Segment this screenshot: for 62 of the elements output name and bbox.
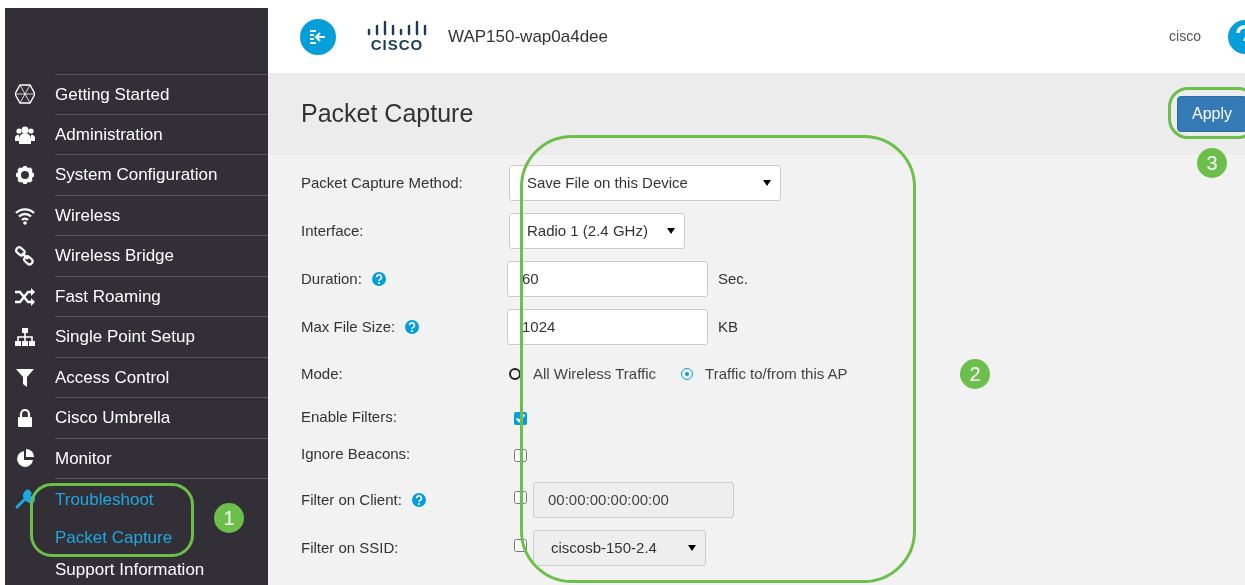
sidebar-item[interactable]: Single Point Setup — [55, 324, 195, 350]
field-label: Packet Capture Method: — [301, 172, 463, 193]
field-label: Max File Size: — [301, 316, 396, 337]
apply-button[interactable]: Apply — [1176, 96, 1245, 132]
field-label: Filter on Client: — [301, 489, 402, 510]
lock-icon — [15, 408, 35, 428]
field-label: Mode: — [301, 363, 343, 384]
page-title: Packet Capture — [301, 98, 474, 130]
sidebar-item[interactable]: Cisco Umbrella — [55, 405, 171, 431]
dropdown[interactable]: ciscosb-150-2.4 — [533, 530, 706, 566]
caret-icon — [763, 180, 771, 186]
link-icon — [15, 246, 35, 266]
help-icon[interactable] — [411, 493, 426, 507]
sidebar-item[interactable]: Getting Started — [55, 81, 170, 107]
sitemap-icon — [15, 327, 35, 347]
users-icon — [15, 124, 35, 145]
sidebar-item[interactable]: Wireless Bridge — [55, 243, 175, 269]
gear-icon — [15, 165, 35, 185]
user-name: cisco — [1169, 27, 1201, 46]
sidebar-item[interactable]: Administration — [55, 121, 163, 147]
shuffle-icon — [15, 286, 35, 307]
help-icon[interactable] — [1228, 19, 1245, 54]
field-label: Ignore Beacons: — [301, 443, 411, 464]
sidebar-item[interactable]: Access Control — [55, 364, 170, 390]
sidebar-item[interactable]: Wireless — [55, 202, 121, 228]
device-name: WAP150-wap0a4dee — [448, 25, 609, 48]
caret-icon — [688, 545, 696, 551]
field-label: Interface: — [301, 220, 364, 241]
radio-label: All Wireless Traffic — [533, 363, 657, 384]
help-icon[interactable] — [405, 320, 420, 334]
unit-label: Sec. — [718, 268, 748, 289]
menu-toggle-button[interactable] — [300, 18, 336, 55]
dropdown[interactable]: Radio 1 (2.4 GHz) — [509, 213, 685, 249]
wifi-icon — [15, 205, 35, 226]
input-field[interactable]: 1024 — [507, 309, 708, 345]
help-icon[interactable] — [371, 272, 386, 286]
hexagon-icon — [15, 84, 35, 104]
sidebar-item[interactable]: System Configuration — [55, 162, 218, 188]
sidebar-item[interactable]: Troubleshoot — [55, 486, 154, 512]
unit-label: KB — [718, 316, 738, 337]
wrench-icon — [15, 489, 35, 509]
checkbox[interactable] — [514, 538, 527, 552]
collapse-icon — [309, 28, 327, 45]
dropdown[interactable]: Save File on this Device — [509, 165, 781, 201]
field-label: Enable Filters: — [301, 406, 397, 427]
input-field[interactable]: 00:00:00:00:00:00 — [533, 482, 734, 518]
filter-icon — [15, 367, 35, 388]
sidebar-item[interactable]: Fast Roaming — [55, 283, 161, 309]
checkbox[interactable] — [514, 412, 527, 425]
sidebar-subitem[interactable]: Support Information — [55, 556, 205, 582]
pie-chart-icon — [15, 448, 35, 469]
radio-label: Traffic to/from this AP — [705, 363, 848, 384]
checkbox[interactable] — [514, 449, 527, 462]
sidebar-item[interactable]: Monitor — [55, 445, 112, 471]
input-field[interactable]: 60 — [507, 261, 708, 297]
cisco-logo: CISCO — [366, 21, 428, 52]
field-label: Filter on SSID: — [301, 537, 399, 558]
sidebar-subitem[interactable]: Packet Capture — [55, 525, 173, 551]
radio-button[interactable] — [509, 368, 521, 380]
field-label: Duration: — [301, 268, 362, 289]
caret-icon — [667, 228, 675, 234]
checkbox[interactable] — [514, 490, 527, 504]
